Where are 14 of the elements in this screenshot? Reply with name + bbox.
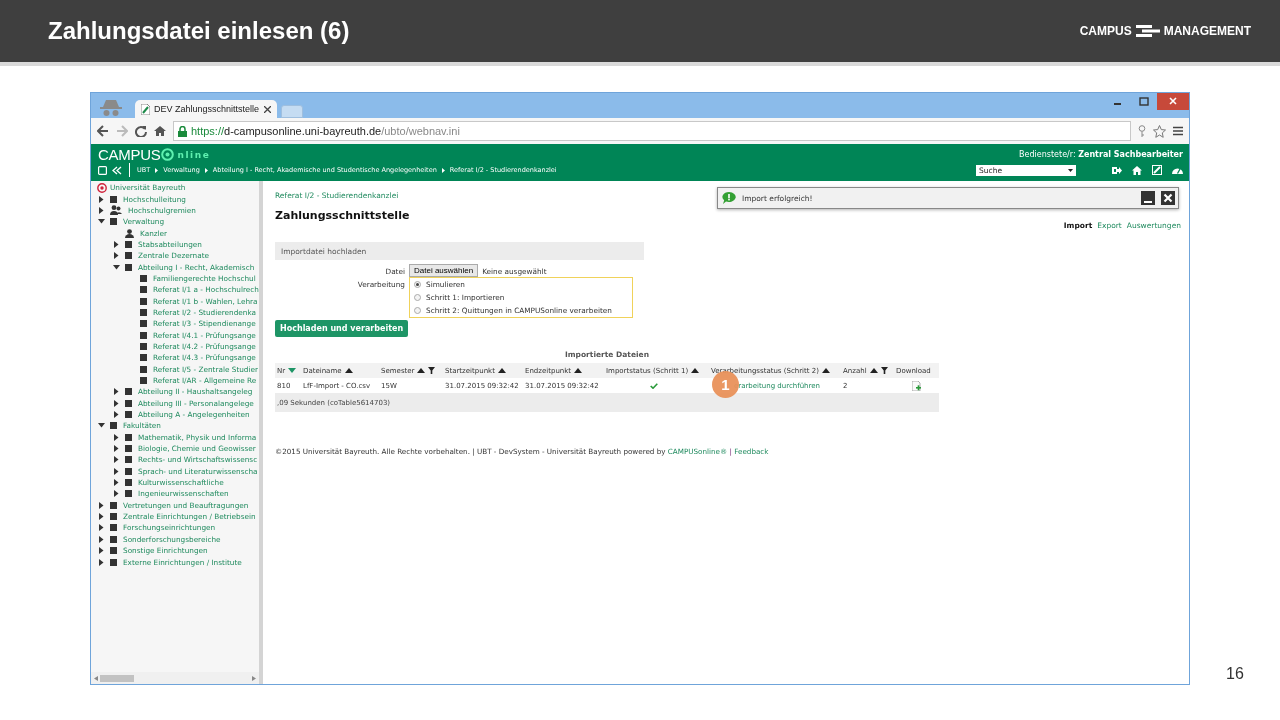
tab-title: DEV Zahlungsschnittstelle bbox=[154, 104, 260, 114]
page-title: Zahlungsschnittstelle bbox=[275, 209, 410, 222]
logo-text: nline bbox=[177, 149, 211, 160]
logo-text: MANAGEMENT bbox=[1163, 24, 1251, 38]
slide-title: Zahlungsdatei einlesen (6) bbox=[48, 17, 350, 45]
address-bar[interactable]: https://d-campusonline.uni-bayreuth.de/ubto/webnav.ini bbox=[173, 121, 1131, 141]
browser-tab[interactable]: DEV Zahlungsschnittstelle bbox=[135, 100, 277, 118]
choose-file-button[interactable]: Datei auswählen bbox=[409, 264, 479, 277]
upload-button[interactable]: Hochladen und verarbeiten bbox=[275, 320, 409, 337]
page-number: 16 bbox=[1225, 665, 1245, 684]
url-text: https://d-campusonline.uni-bayreuth.de/ubto/webnav.ini bbox=[191, 125, 460, 137]
logo-text: CAMPUS bbox=[1079, 24, 1132, 38]
user-info: Bedienstete/r: Zentral Sachbearbeiter bbox=[1019, 150, 1183, 159]
logo-text: CAMPUS bbox=[98, 146, 161, 163]
